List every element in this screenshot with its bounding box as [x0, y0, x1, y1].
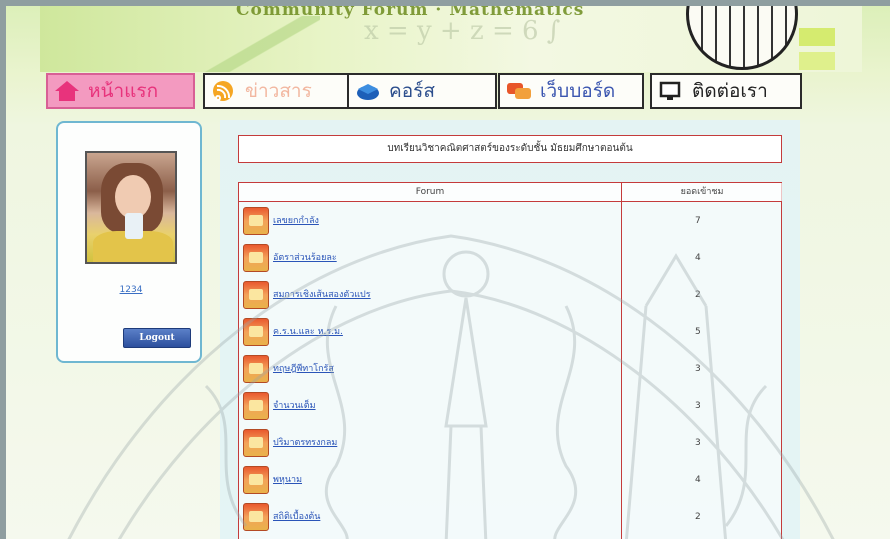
chat-bubbles-icon: [506, 80, 532, 102]
main-content: บทเรียนวิชาคณิตศาสตร์ของระดับชั้น มัธยมศ…: [220, 120, 800, 539]
table-row: ค.ร.น.และ ห.ร.ม. 5: [239, 315, 781, 352]
table-row: สถิติเบื้องต้น 2: [239, 500, 781, 537]
forum-view-count: 3: [695, 438, 701, 448]
forum-view-count: 5: [695, 327, 701, 337]
forum-folder-icon: [243, 392, 269, 420]
forum-view-count: 4: [695, 253, 701, 263]
forum-link[interactable]: สมการเชิงเส้นสองตัวแปร: [273, 287, 371, 301]
course-title: บทเรียนวิชาคณิตศาสตร์ของระดับชั้น มัธยมศ…: [238, 135, 782, 163]
forum-folder-icon: [243, 318, 269, 346]
nav-news-label: ข่าวสาร: [245, 80, 312, 102]
table-row: สมการเชิงเส้นสองตัวแปร 2: [239, 278, 781, 315]
forum-folder-icon: [243, 503, 269, 531]
forum-folder-icon: [243, 429, 269, 457]
monitor-icon: [658, 80, 684, 102]
nav-webboard-button[interactable]: เว็บบอร์ด: [498, 73, 644, 109]
forum-view-count: 7: [695, 216, 701, 226]
forum-link[interactable]: พหุนาม: [273, 472, 302, 486]
table-row: ปริมาตรทรงกลม 3: [239, 426, 781, 463]
nav-home-label: หน้าแรก: [88, 80, 159, 102]
forum-link[interactable]: อัตราส่วนร้อยละ: [273, 250, 337, 264]
logout-button[interactable]: Logout: [123, 328, 191, 348]
table-row: อัตราส่วนร้อยละ 4: [239, 241, 781, 278]
banner-math-text: x = y + z = 6 ∫: [364, 16, 561, 46]
forum-view-count: 4: [695, 475, 701, 485]
table-row: จำนวนเต็ม 3: [239, 389, 781, 426]
screenshot-frame: Community Forum · Mathematics x = y + z …: [0, 0, 890, 539]
nav-home-button[interactable]: หน้าแรก: [46, 73, 195, 109]
banner-green-block: [799, 52, 835, 70]
nav-course-button[interactable]: คอร์ส: [347, 73, 497, 109]
nav-contact-label: ติดต่อเรา: [692, 80, 768, 102]
table-row: ทฤษฎีพีทาโกรัส 3: [239, 352, 781, 389]
forum-view-count: 2: [695, 512, 701, 522]
forum-view-count: 3: [695, 401, 701, 411]
banner-decoration: [200, 16, 320, 72]
table-header-views: ยอดเข้าชม: [622, 183, 782, 202]
banner-green-block: [799, 28, 835, 46]
table-header-forum: Forum: [239, 183, 622, 202]
forum-folder-icon: [243, 355, 269, 383]
forum-link[interactable]: จำนวนเต็ม: [273, 398, 316, 412]
forum-folder-icon: [243, 466, 269, 494]
banner-circle-graphic: [686, 6, 798, 70]
user-profile-panel: 1234 Logout: [56, 121, 202, 363]
forum-folder-icon: [243, 244, 269, 272]
table-row: พหุนาม 4: [239, 463, 781, 500]
forum-link[interactable]: ค.ร.น.และ ห.ร.ม.: [273, 324, 343, 338]
forum-link[interactable]: เลขยกกำลัง: [273, 213, 319, 227]
forum-link[interactable]: สถิติเบื้องต้น: [273, 509, 320, 523]
forum-folder-icon: [243, 281, 269, 309]
nav-webboard-label: เว็บบอร์ด: [540, 80, 616, 102]
forum-folder-icon: [243, 207, 269, 235]
forum-link[interactable]: ทฤษฎีพีทาโกรัส: [273, 361, 334, 375]
home-icon: [54, 80, 80, 102]
username-link[interactable]: 1234: [58, 285, 204, 295]
forum-table: Forum ยอดเข้าชม เลขยกกำลัง 7 อัตราส่วนร้…: [238, 182, 782, 539]
avatar: [85, 151, 177, 264]
table-row: เลขยกกำลัง 7: [239, 204, 781, 241]
nav-course-label: คอร์ส: [389, 80, 435, 102]
rss-icon: [211, 80, 237, 102]
main-nav: หน้าแรก ข่าวสาร คอร์ส เว็บบอร์ด ติดต่อเร…: [46, 73, 802, 111]
forum-view-count: 3: [695, 364, 701, 374]
site-banner: Community Forum · Mathematics x = y + z …: [40, 6, 862, 72]
nav-contact-button[interactable]: ติดต่อเรา: [650, 73, 802, 109]
forum-link[interactable]: ปริมาตรทรงกลม: [273, 435, 337, 449]
graduation-cap-icon: [355, 80, 381, 102]
forum-view-count: 2: [695, 290, 701, 300]
